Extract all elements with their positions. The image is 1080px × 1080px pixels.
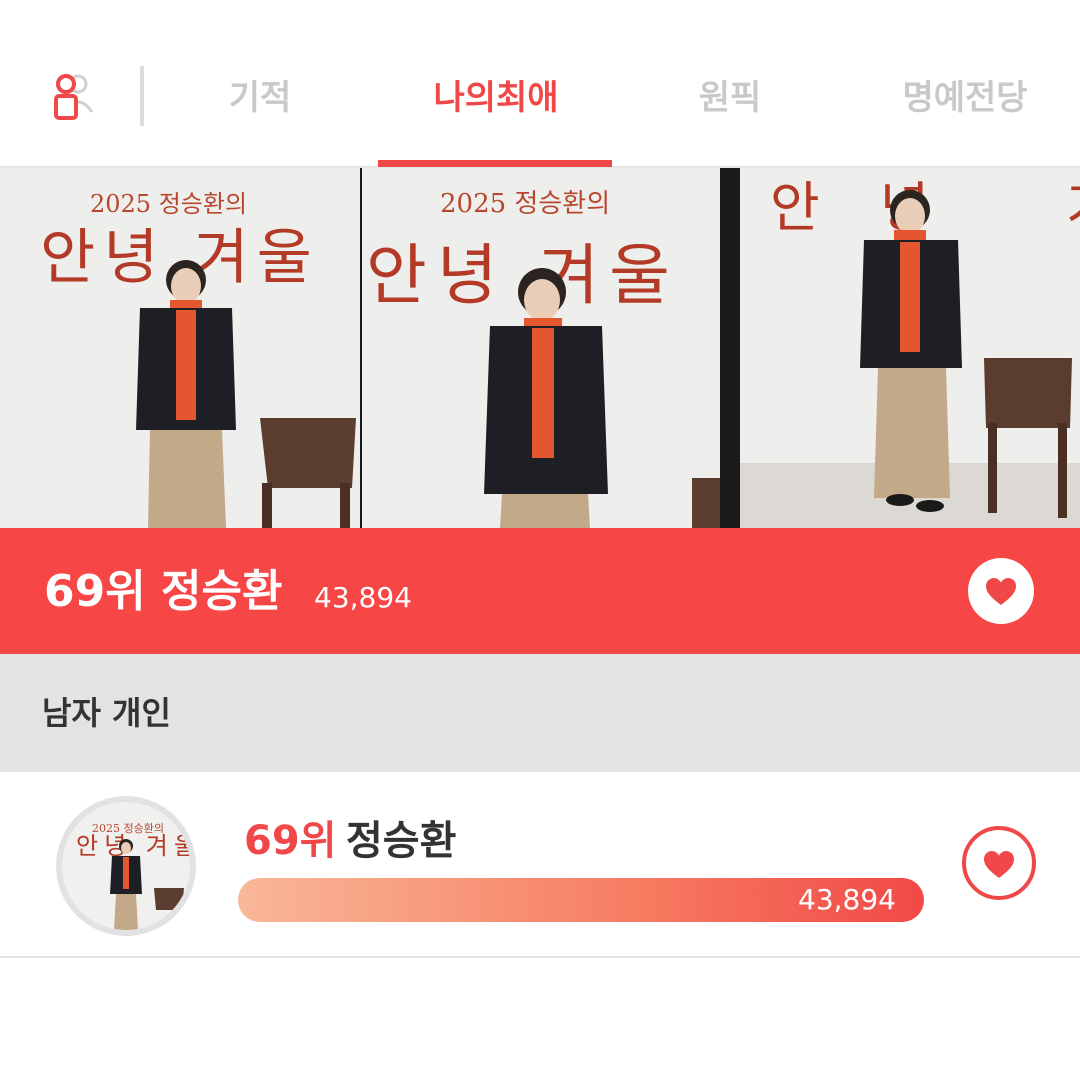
artist-photo-2: 2025 정승환의 안녕 겨울 xyxy=(362,168,720,528)
heart-icon xyxy=(986,578,1016,605)
vote-progress-bar: 43,894 xyxy=(238,878,924,922)
vote-count: 43,894 xyxy=(798,883,896,916)
tab-my-favorite[interactable]: 나의최애 xyxy=(380,70,612,126)
artist-photo-3: 안녕 겨울 xyxy=(740,168,1080,528)
featured-rank-name: 69위 정승환 xyxy=(44,566,283,617)
artist-photo-banner[interactable]: 2025 정승환의 안녕 겨울 2025 정승환의 안녕 겨울 안녕 xyxy=(0,168,1080,528)
tab-miracle[interactable]: 기적 xyxy=(190,70,330,126)
heart-outline-icon xyxy=(984,851,1014,878)
vote-heart-button[interactable] xyxy=(962,826,1036,900)
heart-button[interactable] xyxy=(968,558,1034,624)
svg-text:2025 정승환의: 2025 정승환의 xyxy=(90,190,247,218)
featured-rank-bar: 69위 정승환 43,894 xyxy=(0,528,1080,654)
item-name: 정승환 xyxy=(346,818,457,864)
artist-photo-1: 2025 정승환의 안녕 겨울 xyxy=(0,168,360,528)
avatar[interactable]: 2025 정승환의 안녕 겨울 xyxy=(56,796,196,936)
user-icon[interactable] xyxy=(48,72,98,122)
svg-text:2025 정승환의: 2025 정승환의 xyxy=(440,189,610,219)
category-header: 남자 개인 xyxy=(0,654,1080,772)
tab-one-pick[interactable]: 원픽 xyxy=(660,70,800,126)
featured-vote-count: 43,894 xyxy=(314,581,412,614)
category-title: 남자 개인 xyxy=(42,694,171,732)
item-rank: 69위 xyxy=(244,818,337,864)
active-tab-indicator xyxy=(378,160,612,167)
tab-hall-of-fame[interactable]: 명예전당 xyxy=(870,70,1060,126)
top-tab-bar: 기적 나의최애 원픽 명예전당 xyxy=(0,0,1080,168)
header-divider xyxy=(140,66,144,126)
